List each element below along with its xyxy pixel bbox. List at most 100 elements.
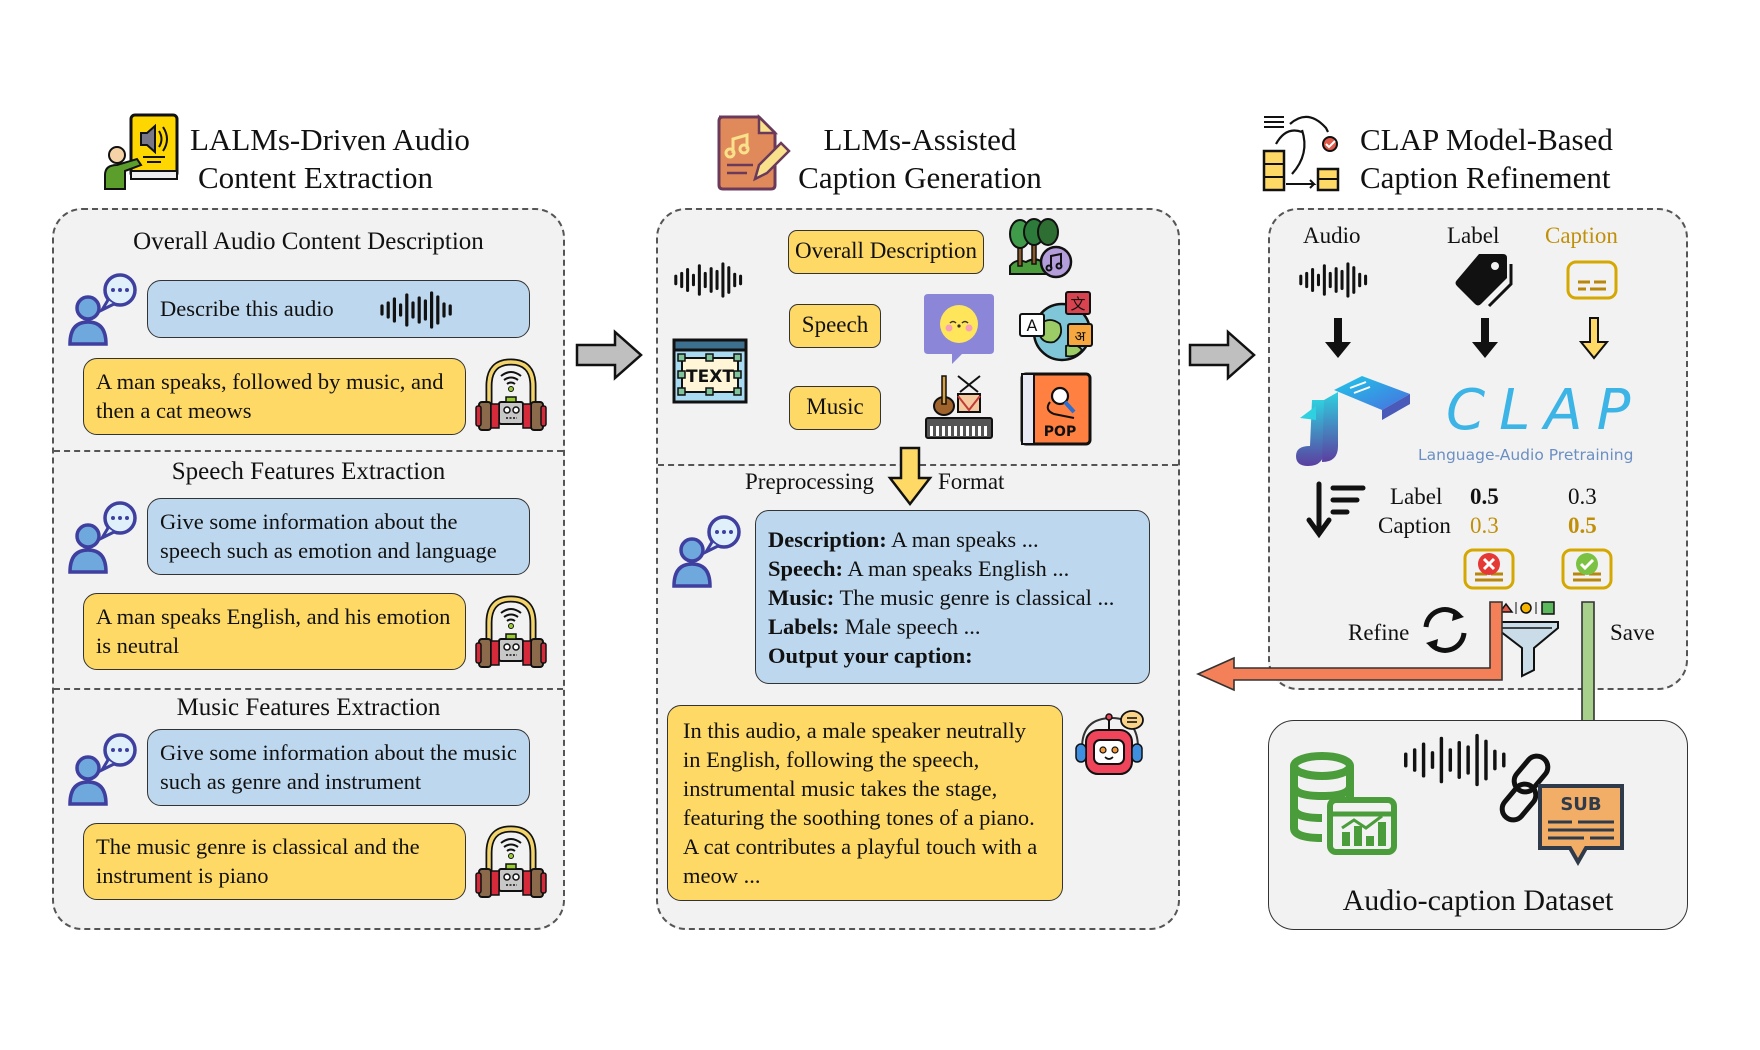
svg-text:A: A	[1027, 316, 1038, 335]
score-row-caption: Caption	[1378, 513, 1451, 538]
caption-down-arrow-icon	[1578, 317, 1610, 360]
accepted-caption-icon	[1561, 548, 1613, 590]
prompt-line-value: Male speech ...	[839, 614, 981, 639]
response-text: A man speaks, followed by music, and the…	[96, 369, 444, 423]
prompt-text: Give some information about the speech s…	[160, 509, 497, 563]
tag-overall-description: Overall Description	[788, 230, 984, 274]
user-chat-icon	[672, 515, 741, 588]
database-chart-icon	[1290, 752, 1397, 855]
refinement-title-line2: Caption Refinement	[1360, 160, 1611, 195]
score-caption-left: 0.3	[1470, 513, 1499, 538]
waveform-icon	[380, 291, 452, 329]
score-caption-right: 0.5	[1568, 513, 1597, 538]
score-row-label: Label	[1390, 484, 1443, 509]
input-label-label: Label	[1447, 223, 1500, 248]
response-text: The music genre is classical and the ins…	[96, 834, 420, 888]
formatted-prompt-lines: Description: A man speaks ... Speech: A m…	[768, 525, 1137, 670]
music-instruments-icon	[925, 375, 993, 439]
clap-music-book-icon	[1296, 376, 1410, 466]
text-box-icon: TEXT	[672, 338, 748, 404]
extraction-title-line2: Content Extraction	[198, 160, 434, 195]
prompt-line-key: Output your caption:	[768, 643, 973, 668]
input-label-caption: Caption	[1545, 223, 1618, 248]
prompt-line-value: A man speaks English ...	[843, 556, 1070, 581]
prompt-bubble: Give some information about the music su…	[147, 729, 530, 806]
audio-book-presenter-icon	[104, 113, 179, 190]
waveform-icon	[674, 262, 743, 298]
svg-text:अ: अ	[1075, 329, 1086, 345]
prompt-text: Give some information about the music su…	[160, 740, 517, 794]
refinement-stage-title: CLAP Model-Based Caption Refinement	[1360, 121, 1650, 197]
emotion-chat-icon	[924, 294, 994, 364]
preprocess-down-arrow-icon	[887, 446, 933, 507]
prompt-line: Output your caption:	[768, 641, 1137, 670]
user-chat-icon	[68, 273, 137, 346]
section-divider	[54, 688, 563, 690]
prompt-line: Labels: Male speech ...	[768, 612, 1137, 641]
refinement-title-line1: CLAP Model-Based	[1360, 122, 1613, 157]
language-globe-icon: A 文 अ	[1019, 291, 1093, 362]
music-document-edit-icon	[717, 113, 791, 191]
response-bubble: A man speaks English, and his emotion is…	[83, 593, 466, 670]
response-bubble: A man speaks, followed by music, and the…	[83, 358, 466, 435]
robot-headset-icon	[475, 595, 547, 668]
svg-text:POP: POP	[1044, 424, 1076, 440]
prompt-text: Describe this audio	[160, 296, 334, 321]
response-bubble: The music genre is classical and the ins…	[83, 823, 466, 900]
dataset-title: Audio-caption Dataset	[1342, 884, 1614, 917]
clap-logo: CLAP	[1446, 378, 1645, 443]
nature-sound-icon	[1009, 218, 1073, 279]
waveform-icon	[1299, 262, 1368, 298]
section-title: Music Features Extraction	[176, 694, 441, 721]
robot-headset-icon	[475, 358, 547, 431]
generated-caption-text: In this audio, a male speaker neutrally …	[683, 718, 1038, 888]
svg-text:SUB: SUB	[1560, 794, 1601, 815]
label-down-arrow-icon	[1472, 318, 1498, 358]
refine-feedback-arrow	[1196, 601, 1503, 692]
extraction-title-line1: LALMs-Driven Audio	[190, 122, 470, 157]
generated-caption-bubble: In this audio, a male speaker neutrally …	[667, 705, 1063, 901]
prompt-bubble: Describe this audio	[147, 280, 530, 338]
prompt-bubble: Give some information about the speech s…	[147, 498, 530, 575]
formatted-prompt-box: Description: A man speaks ... Speech: A m…	[755, 510, 1150, 684]
robot-headset-icon	[475, 825, 547, 898]
prompt-line-key: Speech:	[768, 556, 843, 581]
response-text: A man speaks English, and his emotion is…	[96, 604, 451, 658]
chatbot-robot-icon	[1075, 710, 1144, 775]
section-title: Overall Audio Content Description	[133, 228, 484, 255]
audio-down-arrow-icon	[1325, 318, 1351, 358]
prompt-line-key: Labels:	[768, 614, 840, 639]
label-tag-icon	[1455, 254, 1513, 308]
prompt-line-key: Music:	[768, 585, 835, 610]
flow-arrow-right-icon	[1188, 329, 1256, 381]
tag-speech: Speech	[789, 304, 881, 348]
preprocessing-label: Preprocessing	[745, 469, 875, 494]
subtitle-sub-icon: SUB	[1538, 784, 1624, 867]
score-label-left: 0.5	[1470, 484, 1499, 509]
input-label-audio: Audio	[1303, 223, 1361, 248]
prompt-line-value: A man speaks ...	[886, 527, 1039, 552]
rejected-caption-icon	[1463, 548, 1515, 590]
prompt-line: Description: A man speaks ...	[768, 525, 1137, 554]
svg-text:文: 文	[1070, 295, 1085, 313]
prompt-line: Music: The music genre is classical ...	[768, 583, 1137, 612]
clap-subtitle: Language-Audio Pretraining	[1418, 446, 1634, 464]
caption-subtitle-icon	[1566, 260, 1618, 300]
user-chat-icon	[68, 733, 137, 806]
prompt-line-key: Description:	[768, 527, 887, 552]
flow-arrow-right-icon	[575, 329, 643, 381]
generation-title-line1: LLMs-Assisted	[823, 122, 1017, 157]
format-label: Format	[938, 469, 1005, 494]
section-title: Speech Features Extraction	[171, 458, 446, 485]
generation-stage-title: LLMs-Assisted Caption Generation	[790, 121, 1050, 197]
generation-title-line2: Caption Generation	[798, 160, 1042, 195]
tag-music: Music	[789, 386, 881, 430]
pop-genre-icon: POP	[1020, 372, 1092, 446]
svg-text:TEXT: TEXT	[686, 367, 734, 387]
data-refinement-cycle-icon	[1262, 115, 1340, 192]
extraction-stage-title: LALMs-Driven Audio Content Extraction	[190, 121, 490, 197]
sort-descending-icon	[1306, 481, 1366, 539]
prompt-line-value: The music genre is classical ...	[834, 585, 1115, 610]
section-divider	[54, 450, 563, 452]
score-label-right: 0.3	[1568, 484, 1597, 509]
